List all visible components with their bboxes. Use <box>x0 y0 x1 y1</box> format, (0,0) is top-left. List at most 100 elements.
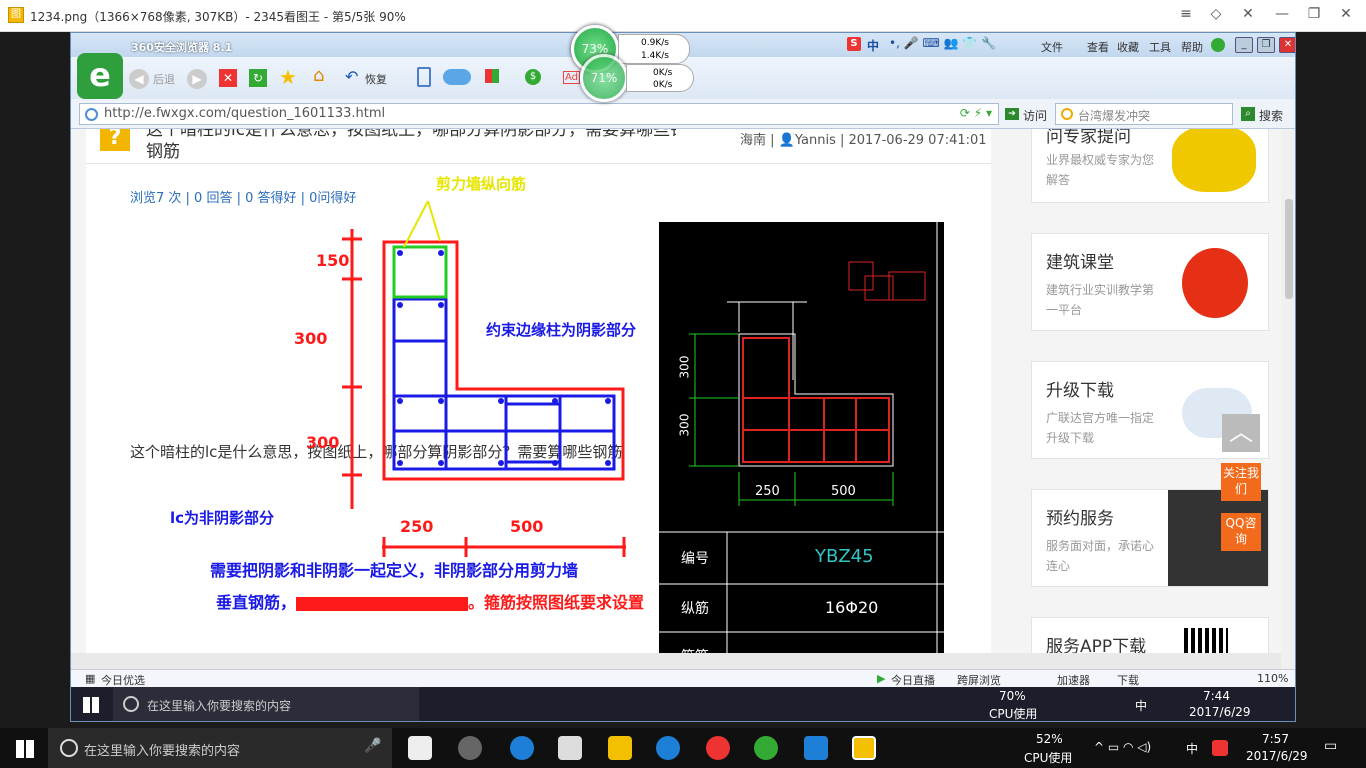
dim-300b: 300 <box>306 433 340 452</box>
browser-close-button[interactable]: ✕ <box>1279 37 1295 53</box>
status-cross[interactable]: 跨屏浏览 <box>957 672 1001 688</box>
menu-tools[interactable]: 工具 <box>1149 39 1171 55</box>
refresh-icon[interactable]: ↻ <box>249 69 267 87</box>
card-classroom[interactable]: 建筑课堂 建筑行业实训教学第一平台 <box>1031 233 1269 331</box>
speed-down: 1.4K/s <box>641 51 669 61</box>
status-zoom[interactable]: 110% <box>1257 672 1288 685</box>
undo-icon[interactable]: ↶ <box>345 67 358 86</box>
card3-title[interactable]: 预约服务 <box>1046 504 1114 529</box>
browser-minimize-button[interactable]: _ <box>1235 37 1253 53</box>
ime-toolbar-icons[interactable]: •, 🎤 ⌨ 👥 👕 🔧 <box>889 36 996 50</box>
vertical-scrollbar[interactable] <box>1281 129 1295 685</box>
apps-icon[interactable] <box>485 69 499 83</box>
windows-start-icon[interactable] <box>16 740 34 758</box>
card2-title[interactable]: 升级下载 <box>1046 376 1114 401</box>
menu-view[interactable]: 查看 <box>1087 39 1109 55</box>
url-actions-icon[interactable]: ⟳ ⚡ ▾ <box>960 106 992 120</box>
taskbar-image-viewer-icon[interactable] <box>852 736 876 760</box>
url-input[interactable]: http://e.fwxgx.com/question_1601133.html… <box>79 103 999 125</box>
adblock-icon[interactable]: Ad <box>563 71 581 84</box>
cad-row2-value: 16Φ20 <box>825 598 879 617</box>
close-button[interactable]: ✕ <box>1334 6 1358 22</box>
taskbar-app-swirl-icon[interactable] <box>458 736 482 760</box>
inner-ime[interactable]: 中 <box>1135 697 1147 714</box>
qq-consult-button[interactable]: QQ咨询 <box>1221 513 1261 551</box>
viewer-title: 1234.png（1366×768像素, 307KB）- 2345看图王 - 第… <box>30 10 406 24</box>
taskbar-edge-icon[interactable] <box>510 736 534 760</box>
favorite-star-icon[interactable]: ★ <box>279 65 297 89</box>
label-lc: lc为非阴影部分 <box>170 509 275 527</box>
taskbar-360-icon[interactable] <box>754 736 778 760</box>
ime-mode[interactable]: 中 <box>867 37 879 54</box>
cad-row2-label: 纵筋 <box>681 601 709 617</box>
taskbar-folder-icon[interactable] <box>608 736 632 760</box>
menu-file[interactable]: 文件 <box>1041 39 1063 55</box>
card1-title[interactable]: 建筑课堂 <box>1046 248 1114 273</box>
taskbar-app-fan-icon[interactable] <box>408 736 432 760</box>
taskbar-ime[interactable]: 中 <box>1186 740 1198 757</box>
card0-title[interactable]: 问专家提问 <box>1046 129 1131 147</box>
skin-icon[interactable]: ◇ <box>1204 6 1228 22</box>
inner-date: 2017/6/29 <box>1189 705 1251 719</box>
notification-icon[interactable]: ▭ <box>1324 738 1337 754</box>
status-accel[interactable]: 加速器 <box>1057 672 1090 688</box>
tray-icons[interactable]: ^ ▭ ◠ ◁) <box>1094 740 1151 754</box>
minimize-button[interactable]: — <box>1270 6 1294 22</box>
menu-help[interactable]: 帮助 <box>1181 39 1203 55</box>
security-icon[interactable]: $ <box>525 69 541 85</box>
windows-start-icon[interactable] <box>83 697 99 713</box>
site-icon <box>85 108 98 121</box>
browser-maximize-button[interactable]: ❐ <box>1257 37 1275 53</box>
taskbar-search-text: 在这里输入你要搜索的内容 <box>84 744 241 759</box>
sogou-tray-icon[interactable] <box>1212 740 1228 756</box>
menu-icon[interactable]: ≡ <box>1174 6 1198 22</box>
search-input[interactable]: 台湾爆发冲突 <box>1055 103 1233 125</box>
sogou-ime-icon[interactable]: S <box>847 37 861 51</box>
status-download[interactable]: 下载 <box>1117 672 1139 688</box>
horizontal-scrollbar[interactable] <box>71 653 1281 669</box>
follow-us-button[interactable]: 关注我们 <box>1221 463 1261 501</box>
card-upgrade-download[interactable]: 升级下载 广联达官方唯一指定升级下载 ︿ <box>1031 361 1269 459</box>
stop-icon[interactable]: ✕ <box>219 69 237 87</box>
search-button[interactable]: 搜索 <box>1259 107 1283 124</box>
menu-favorites[interactable]: 收藏 <box>1117 39 1139 55</box>
browser-logo-icon: e <box>77 53 123 99</box>
search-engine-icon <box>1061 108 1073 120</box>
expert-mascot-icon <box>1172 129 1256 192</box>
inner-search-box[interactable]: 在这里输入你要搜索的内容 <box>113 687 419 721</box>
maximize-button[interactable]: ❐ <box>1302 6 1326 22</box>
speed-down-2: 0K/s <box>653 80 673 90</box>
dim-300a: 300 <box>294 329 328 348</box>
phone-icon[interactable] <box>417 67 431 87</box>
search-placeholder: 台湾爆发冲突 <box>1078 109 1151 123</box>
restore-label[interactable]: 恢复 <box>365 71 387 87</box>
card-ask-expert[interactable]: 问专家提问 业界最权威专家为您解答 <box>1031 129 1269 203</box>
fullscreen-icon[interactable]: ✕ <box>1236 6 1260 22</box>
cad-dim-500: 500 <box>831 484 856 499</box>
cloud-icon[interactable] <box>443 69 471 85</box>
home-icon[interactable]: ⌂ <box>313 65 324 86</box>
cad-row1-label: 编号 <box>681 551 709 567</box>
browser-window: 360安全浏览器 8.1 S 中 •, 🎤 ⌨ 👥 👕 🔧 文件 查看 收藏 工… <box>70 32 1296 722</box>
taskbar-search-box[interactable]: 在这里输入你要搜索的内容 🎤 <box>48 728 392 768</box>
back-to-top-button[interactable]: ︿ <box>1222 414 1260 452</box>
taskbar-app-g-icon[interactable] <box>656 736 680 760</box>
note-line2: 垂直钢筋， 。箍筋按照图纸要求设置 <box>216 589 644 613</box>
status-live[interactable]: 今日直播 <box>891 672 935 688</box>
taskbar-app-plus-icon[interactable] <box>804 736 828 760</box>
forward-icon[interactable]: ▶ <box>187 69 207 89</box>
shaded-column-blue <box>392 245 616 471</box>
address-bar: http://e.fwxgx.com/question_1601133.html… <box>71 99 1295 129</box>
back-icon[interactable]: ◀ <box>129 69 149 89</box>
back-label[interactable]: 后退 <box>153 71 175 87</box>
taskbar-store-icon[interactable] <box>558 736 582 760</box>
image-viewer-titlebar: 图 1234.png（1366×768像素, 307KB）- 2345看图王 -… <box>0 0 1366 32</box>
search-icon[interactable]: ⌕ <box>1241 107 1255 121</box>
skin-icon[interactable] <box>1211 38 1225 52</box>
scroll-thumb[interactable] <box>1285 199 1293 299</box>
taskbar-app-g2-icon[interactable] <box>706 736 730 760</box>
microphone-icon[interactable]: 🎤 <box>364 738 381 754</box>
status-left[interactable]: 今日优选 <box>101 672 145 688</box>
visit-button[interactable]: 访问 <box>1023 107 1047 124</box>
visit-icon[interactable]: ➔ <box>1005 108 1019 120</box>
